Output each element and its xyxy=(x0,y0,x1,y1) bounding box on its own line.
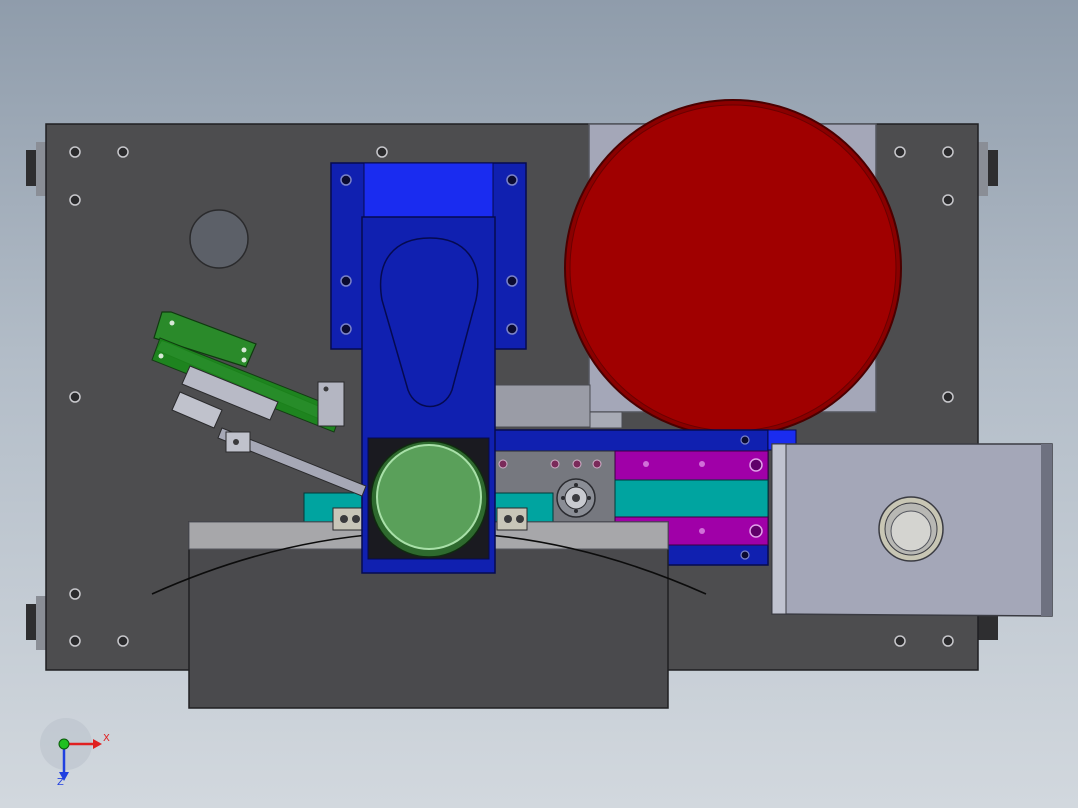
round-boss[interactable] xyxy=(189,209,249,269)
rail-end-block xyxy=(589,411,623,429)
assembly-drawing[interactable] xyxy=(0,0,1078,808)
motor-housing[interactable] xyxy=(771,443,1053,617)
coordinate-triad xyxy=(40,718,102,781)
guide-rail xyxy=(493,384,591,428)
cad-viewport[interactable]: X Z xyxy=(0,0,1078,808)
triad-y-axis xyxy=(58,738,70,750)
triad-z-label: Z xyxy=(57,777,64,788)
triad-x-label: X xyxy=(103,733,110,744)
blue-carriage[interactable] xyxy=(361,216,496,574)
turntable-disc[interactable] xyxy=(564,99,902,437)
